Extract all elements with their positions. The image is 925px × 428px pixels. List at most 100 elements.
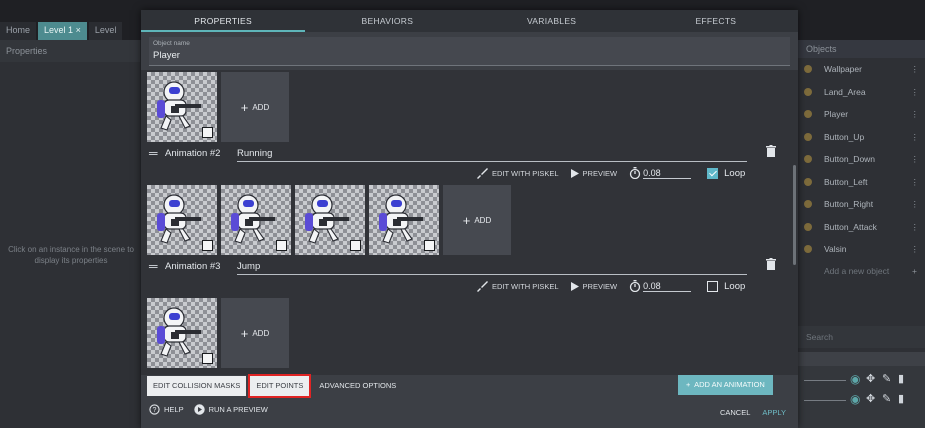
layer-row[interactable]: ◉ ✥ ✎ ▮	[804, 390, 919, 408]
advanced-options-button[interactable]: ADVANCED OPTIONS	[313, 376, 402, 396]
animation-frame[interactable]	[147, 185, 217, 255]
search-input[interactable]: Search	[798, 326, 925, 348]
animation-name-input[interactable]: Jump	[237, 261, 747, 275]
edit-collision-masks-button[interactable]: EDIT COLLISION MASKS	[147, 376, 247, 396]
frame-select-checkbox[interactable]	[350, 240, 361, 251]
tab-properties[interactable]: PROPERTIES	[141, 10, 306, 32]
more-vertical-icon[interactable]: ⋮	[911, 148, 920, 171]
tab-behaviors[interactable]: BEHAVIORS	[305, 10, 469, 32]
animation-frame[interactable]	[221, 185, 291, 255]
edit-points-button[interactable]: EDIT POINTS	[248, 374, 312, 398]
drag-handle-icon[interactable]: ═	[149, 146, 158, 160]
trash-icon[interactable]	[766, 145, 776, 157]
animation-frame[interactable]	[147, 72, 217, 142]
add-animation-button[interactable]: + ADD AN ANIMATION	[678, 375, 773, 395]
object-list-item[interactable]: Valsin ⋮	[798, 238, 925, 261]
animation-frame[interactable]	[369, 185, 439, 255]
tab-home[interactable]: Home	[0, 22, 37, 40]
layer-name-field[interactable]	[804, 380, 846, 381]
frame-select-checkbox[interactable]	[202, 353, 213, 364]
dialog-tabs: PROPERTIES BEHAVIORS VARIABLES EFFECTS	[141, 10, 798, 32]
apply-button[interactable]: APPLY	[762, 408, 786, 417]
frame-select-checkbox[interactable]	[202, 240, 213, 251]
loop-checkbox[interactable]	[707, 167, 719, 179]
trash-icon[interactable]	[766, 258, 776, 270]
more-vertical-icon[interactable]: ⋮	[911, 81, 920, 104]
more-vertical-icon[interactable]: ⋮	[911, 216, 920, 239]
drag-handle-icon[interactable]: ═	[149, 259, 158, 273]
edit-with-piskel-button[interactable]: EDIT WITH PISKEL	[476, 167, 559, 179]
add-new-object[interactable]: Add a new object +	[798, 261, 925, 281]
preview-button[interactable]: PREVIEW	[570, 168, 617, 178]
object-list-item[interactable]: Button_Attack ⋮	[798, 216, 925, 239]
player-sprite-icon	[305, 194, 349, 244]
cancel-button[interactable]: CANCEL	[720, 408, 750, 417]
object-editor-dialog: PROPERTIES BEHAVIORS VARIABLES EFFECTS Obje…	[141, 10, 798, 428]
animation-frame[interactable]	[295, 185, 365, 255]
object-thumbnail-icon	[804, 65, 812, 73]
brush-icon	[477, 281, 488, 292]
objects-list: Wallpaper ⋮ Land_Area ⋮ Player ⋮ Button_Up ⋮ But…	[798, 58, 925, 261]
preview-button[interactable]: PREVIEW	[570, 281, 618, 291]
eye-icon[interactable]: ◉	[850, 372, 860, 386]
object-list-item[interactable]: Button_Right ⋮	[798, 193, 925, 216]
properties-panel: Properties Click on an instance in the s…	[0, 40, 140, 428]
loop-toggle[interactable]: Loop	[707, 167, 745, 179]
edit-with-piskel-button[interactable]: EDIT WITH PISKEL	[476, 280, 559, 292]
more-vertical-icon[interactable]: ⋮	[911, 238, 920, 261]
loop-checkbox[interactable]	[707, 280, 719, 292]
object-list-item[interactable]: Button_Left ⋮	[798, 171, 925, 194]
tab-level-1[interactable]: Level 1 ×	[38, 22, 87, 40]
object-list-item[interactable]: Land_Area ⋮	[798, 81, 925, 104]
eye-icon[interactable]: ◉	[850, 392, 860, 406]
edit-icon[interactable]: ✎	[882, 392, 891, 405]
plus-icon: +	[240, 325, 249, 341]
layer-row[interactable]: ◉ ✥ ✎ ▮	[804, 370, 919, 388]
tab-variables[interactable]: VARIABLES	[470, 10, 634, 32]
more-vertical-icon[interactable]: ⋮	[911, 58, 920, 81]
loop-toggle[interactable]: Loop	[707, 280, 745, 292]
frame-speed-input[interactable]: 0.08	[643, 281, 692, 292]
more-vertical-icon[interactable]: ⋮	[911, 103, 920, 126]
edit-icon[interactable]: ✎	[882, 372, 891, 385]
layer-name-field[interactable]	[804, 400, 846, 401]
edit-with-piskel-label: EDIT WITH PISKEL	[492, 168, 559, 178]
move-icon[interactable]: ✥	[866, 372, 875, 385]
frame-select-checkbox[interactable]	[424, 240, 435, 251]
object-name-field[interactable]: Object name Player	[149, 37, 790, 66]
frames-row: + ADD	[147, 72, 289, 142]
object-list-item[interactable]: Button_Up ⋮	[798, 126, 925, 149]
animation-frame[interactable]	[147, 298, 217, 368]
tab-effects[interactable]: EFFECTS	[634, 10, 798, 32]
preview-label: PREVIEW	[582, 281, 618, 291]
frame-select-checkbox[interactable]	[202, 127, 213, 138]
object-list-item[interactable]: Wallpaper ⋮	[798, 58, 925, 81]
trash-icon[interactable]: ▮	[898, 372, 904, 385]
move-icon[interactable]: ✥	[866, 392, 875, 405]
object-list-item[interactable]: Button_Down ⋮	[798, 148, 925, 171]
animation-name-input[interactable]: Running	[237, 148, 747, 162]
help-icon: ?	[149, 404, 160, 415]
frame-select-checkbox[interactable]	[276, 240, 287, 251]
trash-icon[interactable]: ▮	[898, 392, 904, 405]
more-vertical-icon[interactable]: ⋮	[911, 171, 920, 194]
tab-level[interactable]: Level	[88, 22, 123, 40]
add-frame-button[interactable]: + ADD	[221, 298, 289, 368]
add-frame-button[interactable]: + ADD	[443, 185, 511, 255]
object-thumbnail-icon	[804, 245, 812, 253]
object-thumbnail-icon	[804, 177, 812, 186]
add-frame-button[interactable]: + ADD	[221, 72, 289, 142]
help-button[interactable]: ? HELP	[149, 404, 184, 415]
animation-tools: EDIT WITH PISKEL PREVIEW 0.08 Loop	[476, 165, 796, 181]
object-list-item[interactable]: Player ⋮	[798, 103, 925, 126]
plus-icon[interactable]: +	[912, 261, 917, 281]
run-preview-label: RUN A PREVIEW	[208, 405, 268, 414]
frame-speed-input[interactable]: 0.08	[643, 168, 692, 179]
more-vertical-icon[interactable]: ⋮	[911, 193, 920, 216]
player-sprite-icon	[379, 194, 423, 244]
run-preview-button[interactable]: RUN A PREVIEW	[193, 404, 268, 415]
more-vertical-icon[interactable]: ⋮	[911, 126, 920, 149]
dialog-actions: CANCEL APPLY	[720, 408, 786, 417]
close-icon[interactable]: ×	[76, 25, 81, 35]
object-name-value[interactable]: Player	[153, 50, 786, 61]
